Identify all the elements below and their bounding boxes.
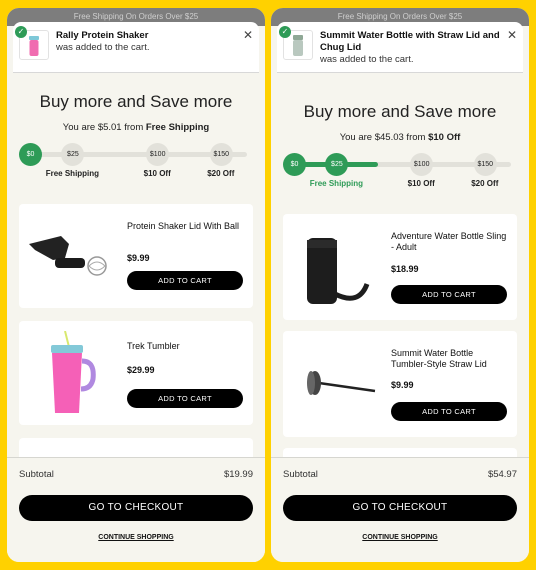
cart-footer: Subtotal $19.99 GO TO CHECKOUT CONTINUE … — [7, 457, 265, 562]
straw-lid-image — [307, 371, 376, 395]
milestone-label: Free Shipping — [45, 169, 100, 178]
milestone-node: $100 — [146, 143, 170, 166]
product-name: Trek Tumbler — [127, 341, 180, 351]
product-card: Summit Water Bottle Tumbler-Style Straw … — [283, 331, 517, 437]
continue-shopping-link[interactable]: CONTINUE SHOPPING — [271, 534, 529, 541]
subtotal-label: Subtotal — [19, 469, 54, 480]
notification-message: was added to the cart. — [320, 54, 414, 65]
product-name: Adventure Water Bottle Sling - Adult — [391, 231, 507, 252]
product-thumbnail: ✓ — [15, 26, 49, 60]
product-name: Protein Shaker Lid With Ball — [127, 221, 240, 231]
milestone-node: $0 — [19, 143, 42, 166]
milestone-node: $25 — [325, 153, 349, 176]
milestone-label: $20 Off — [471, 179, 499, 188]
close-icon[interactable]: ✕ — [507, 29, 517, 41]
milestone-node: $25 — [61, 143, 85, 166]
subtotal-row: Subtotal $54.97 — [283, 469, 517, 480]
product-card: Protein Shaker Lid With Ball $9.99 ADD T… — [19, 204, 253, 308]
added-to-cart-notification: ✓ Summit Water Bottle with Straw Lid and… — [277, 22, 523, 73]
product-card: Adventure Water Bottle Sling - Adult $18… — [283, 214, 517, 320]
product-price: $9.99 — [391, 380, 414, 390]
rewards-progress: $0 $25 Free Shipping $100 $10 Off $150 $20 Off — [283, 153, 517, 203]
subtotal-row: Subtotal $19.99 — [19, 469, 253, 480]
check-icon: ✓ — [279, 26, 291, 38]
milestone-label: $10 Off — [407, 179, 435, 188]
rewards-progress: $0 $25 Free Shipping $100 $10 Off $150 $20 Off — [19, 143, 253, 193]
milestone-label: Free Shipping — [309, 179, 364, 188]
add-to-cart-button[interactable]: ADD TO CART — [127, 389, 243, 408]
subtotal-label: Subtotal — [283, 469, 318, 480]
notification-product: Summit Water Bottle with Straw Lid and C… — [320, 30, 500, 53]
continue-shopping-link[interactable]: CONTINUE SHOPPING — [7, 534, 265, 541]
product-price: $29.99 — [127, 365, 155, 375]
shaker-lid-image — [29, 236, 107, 276]
close-icon[interactable]: ✕ — [243, 29, 253, 41]
add-to-cart-button[interactable]: ADD TO CART — [391, 402, 507, 421]
remaining-amount: You are $5.01 from Free Shipping — [62, 122, 210, 133]
checkout-button[interactable]: GO TO CHECKOUT — [19, 495, 253, 521]
notification-message: was added to the cart. — [56, 42, 150, 53]
remaining-amount: You are $45.03 from $10 Off — [339, 132, 461, 143]
milestone-node: $0 — [283, 153, 306, 176]
product-price: $9.99 — [127, 253, 150, 263]
upsell-headline: Buy more and Save more — [303, 102, 497, 121]
product-price: $18.99 — [391, 264, 419, 274]
subtotal-value: $19.99 — [223, 469, 253, 480]
check-icon: ✓ — [15, 26, 27, 38]
add-to-cart-button[interactable]: ADD TO CART — [127, 271, 243, 290]
milestone-label: $10 Off — [143, 169, 171, 178]
milestone-node: $100 — [410, 153, 434, 176]
add-to-cart-button[interactable]: ADD TO CART — [391, 285, 507, 304]
notification-product: Rally Protein Shaker — [56, 30, 149, 41]
cart-footer: Subtotal $54.97 GO TO CHECKOUT CONTINUE … — [271, 457, 529, 562]
product-card: Trek Tumbler $29.99 ADD TO CART — [19, 321, 253, 425]
bottle-sling-image — [307, 238, 370, 304]
added-to-cart-notification: ✓ Rally Protein Shaker was added to the … — [13, 22, 259, 73]
cart-drawer-right: Free Shipping On Orders Over $25 ✓ Summi… — [271, 8, 529, 562]
product-name: Summit Water Bottle Tumbler-Style Straw … — [391, 348, 487, 369]
tumbler-image — [51, 331, 96, 413]
milestone-node: $150 — [473, 153, 497, 176]
checkout-button[interactable]: GO TO CHECKOUT — [283, 495, 517, 521]
milestone-node: $150 — [209, 143, 233, 166]
cart-drawer-left: Free Shipping On Orders Over $25 ✓ Rally… — [7, 8, 265, 562]
product-thumbnail: ✓ — [279, 26, 313, 60]
milestone-label: $20 Off — [207, 169, 235, 178]
subtotal-value: $54.97 — [487, 469, 517, 480]
upsell-headline: Buy more and Save more — [39, 92, 233, 111]
